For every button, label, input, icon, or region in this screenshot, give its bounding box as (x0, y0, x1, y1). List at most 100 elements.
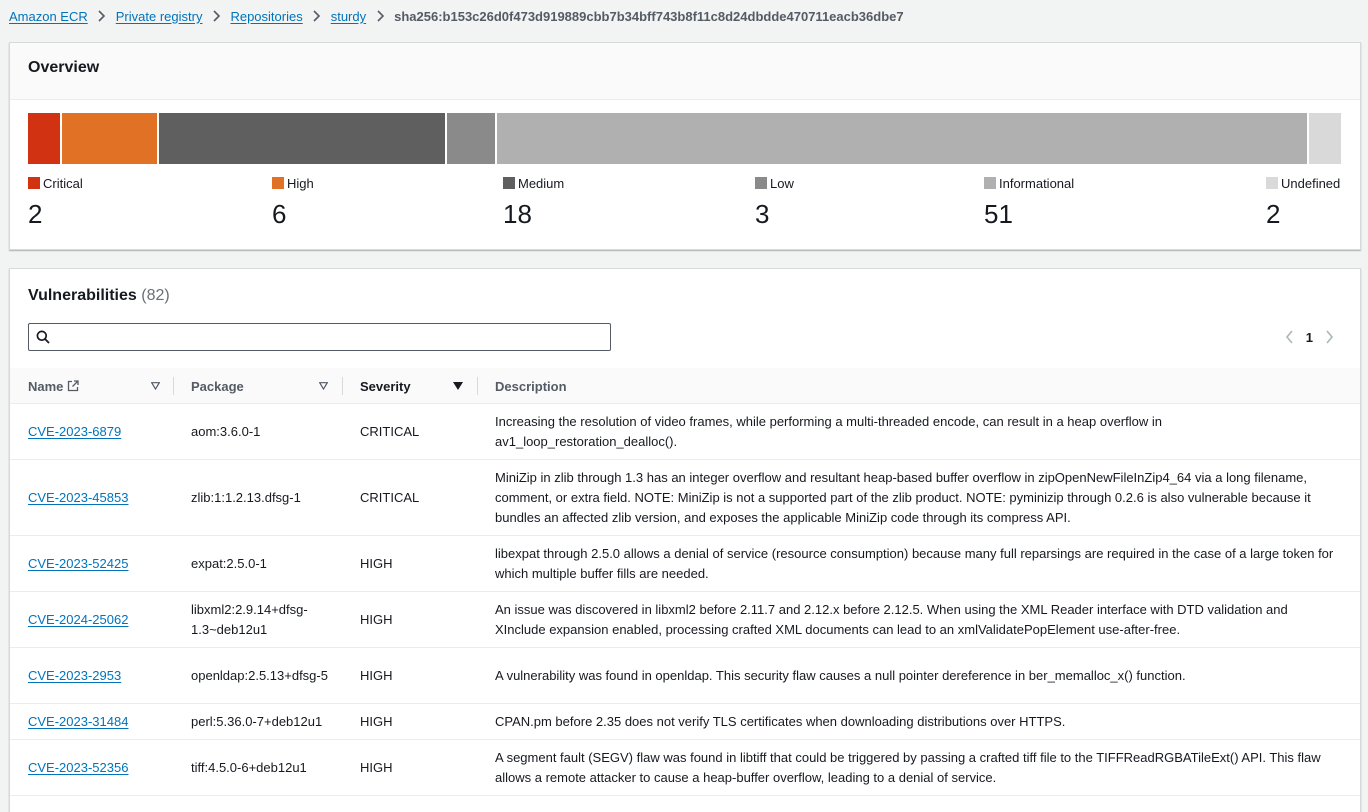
package-cell: aom:3.6.0-1 (191, 423, 261, 439)
table-row: CVE-2024-25062 libxml2:2.9.14+dfsg-1.3~d… (10, 592, 1360, 648)
column-label: Severity (360, 378, 411, 394)
legend-low: Low 3 (755, 175, 794, 229)
table-row: CVE-2023-31484 perl:5.36.0-7+deb12u1 HIG… (10, 704, 1360, 740)
severity-cell: HIGH (360, 611, 393, 627)
cve-link[interactable]: CVE-2023-52425 (28, 554, 128, 574)
description-cell: A segment fault (SEGV) flaw was found in… (495, 749, 1321, 785)
legend-count: 6 (272, 199, 287, 229)
severity-cell: HIGH (360, 667, 393, 683)
breadcrumb-current-digest: sha256:b153c26d0f473d919889cbb7b34bff743… (394, 8, 904, 24)
legend-swatch (28, 177, 40, 189)
chevron-right-icon (202, 10, 230, 22)
legend-label: Critical (43, 175, 83, 191)
description-cell: MiniZip in zlib through 1.3 has an integ… (495, 469, 1311, 525)
column-header-package[interactable]: Package (191, 368, 244, 404)
cve-link[interactable]: CVE-2023-2953 (28, 666, 121, 686)
legend-label: Medium (518, 175, 565, 191)
cve-link[interactable]: CVE-2023-31484 (28, 712, 128, 732)
cve-link[interactable]: CVE-2023-6879 (28, 422, 121, 442)
column-header-description[interactable]: Description (495, 368, 567, 404)
legend-medium: Medium 18 (503, 175, 564, 229)
description-cell: An issue was discovered in libxml2 befor… (495, 601, 1288, 637)
column-divider (173, 377, 174, 395)
legend-label: High (287, 175, 314, 191)
column-divider (477, 377, 478, 395)
vulnerabilities-title: Vulnerabilities (82) (28, 287, 170, 305)
severity-segment-low (447, 113, 495, 164)
table-body: CVE-2023-6879 aom:3.6.0-1 CRITICAL Incre… (10, 404, 1360, 796)
breadcrumb-private-registry[interactable]: Private registry (116, 9, 203, 24)
chevron-right-icon (88, 10, 116, 22)
severity-cell: HIGH (360, 759, 393, 775)
severity-bar (28, 113, 1341, 164)
breadcrumb: Amazon ECR Private registry Repositories… (9, 7, 904, 25)
description-cell: libexpat through 2.5.0 allows a denial o… (495, 545, 1334, 581)
legend-label: Informational (999, 175, 1075, 191)
legend-undefined: Undefined 2 (1266, 175, 1340, 229)
severity-cell: HIGH (360, 713, 393, 729)
previous-page-button[interactable] (1277, 328, 1303, 346)
severity-segment-undefined (1309, 113, 1341, 164)
sort-caret-active-icon[interactable] (453, 382, 463, 390)
severity-cell: HIGH (360, 555, 393, 571)
search-field[interactable] (28, 323, 611, 351)
severity-cell: CRITICAL (360, 489, 420, 505)
breadcrumb-repositories[interactable]: Repositories (230, 9, 302, 24)
overview-panel: Overview Critical 2 High 6 Medium 18 Low… (9, 42, 1361, 250)
column-label: Name (28, 378, 64, 394)
legend-swatch (272, 177, 284, 189)
column-label: Description (495, 378, 567, 394)
description-cell: A vulnerability was found in openldap. T… (495, 667, 1186, 683)
legend-swatch (984, 177, 996, 189)
external-link-icon (68, 380, 80, 392)
table-header: Name Package Severity Description (10, 368, 1360, 404)
description-cell: CPAN.pm before 2.35 does not verify TLS … (495, 713, 1066, 729)
package-cell: openldap:2.5.13+dfsg-5 (191, 667, 328, 683)
legend-swatch (503, 177, 515, 189)
chevron-right-icon (1325, 330, 1333, 344)
legend-count: 51 (984, 199, 1013, 229)
severity-segment-critical (28, 113, 60, 164)
legend-swatch (755, 177, 767, 189)
legend-informational: Informational 51 (984, 175, 1074, 229)
severity-cell: CRITICAL (360, 423, 420, 439)
cve-link[interactable]: CVE-2023-52356 (28, 758, 128, 778)
package-cell: tiff:4.5.0-6+deb12u1 (191, 759, 307, 775)
search-input[interactable] (57, 326, 605, 348)
legend-label: Undefined (1281, 175, 1341, 191)
search-icon (36, 330, 50, 344)
column-divider (342, 377, 343, 395)
table-row: CVE-2023-52356 tiff:4.5.0-6+deb12u1 HIGH… (10, 740, 1360, 796)
chevron-right-icon (303, 10, 331, 22)
breadcrumb-sturdy[interactable]: sturdy (331, 9, 366, 24)
severity-segment-high (61, 113, 158, 164)
chevron-left-icon (1286, 330, 1293, 344)
cve-link[interactable]: CVE-2024-25062 (28, 610, 128, 630)
package-cell: expat:2.5.0-1 (191, 555, 267, 571)
vulnerabilities-count: (82) (141, 287, 170, 304)
table-row: CVE-2023-6879 aom:3.6.0-1 CRITICAL Incre… (10, 404, 1360, 460)
package-cell: zlib:1:1.2.13.dfsg-1 (191, 489, 301, 505)
column-header-name[interactable]: Name (28, 368, 80, 404)
legend-label: Low (770, 175, 794, 191)
legend-critical: Critical 2 (28, 175, 83, 229)
package-cell: perl:5.36.0-7+deb12u1 (191, 713, 323, 729)
description-cell: Increasing the resolution of video frame… (495, 413, 1162, 449)
legend-swatch (1266, 177, 1278, 189)
column-label: Package (191, 378, 244, 394)
sort-caret-icon[interactable] (319, 382, 328, 390)
table-row: CVE-2023-45853 zlib:1:1.2.13.dfsg-1 CRIT… (10, 460, 1360, 536)
table-row: CVE-2023-2953 openldap:2.5.13+dfsg-5 HIG… (10, 648, 1360, 704)
overview-header (10, 43, 1360, 100)
package-cell: libxml2:2.9.14+dfsg-1.3~deb12u1 (191, 601, 308, 637)
severity-segment-informational (496, 113, 1308, 164)
page-number-button[interactable]: 1 (1303, 330, 1316, 345)
breadcrumb-amazon-ecr[interactable]: Amazon ECR (9, 9, 88, 24)
cve-link[interactable]: CVE-2023-45853 (28, 488, 128, 508)
vulnerabilities-panel: Vulnerabilities (82) 1 Name Package Seve… (9, 268, 1361, 812)
column-header-severity[interactable]: Severity (360, 368, 411, 404)
next-page-button[interactable] (1316, 328, 1342, 346)
legend-high: High 6 (272, 175, 314, 229)
sort-caret-icon[interactable] (151, 382, 160, 390)
severity-segment-medium (159, 113, 446, 164)
